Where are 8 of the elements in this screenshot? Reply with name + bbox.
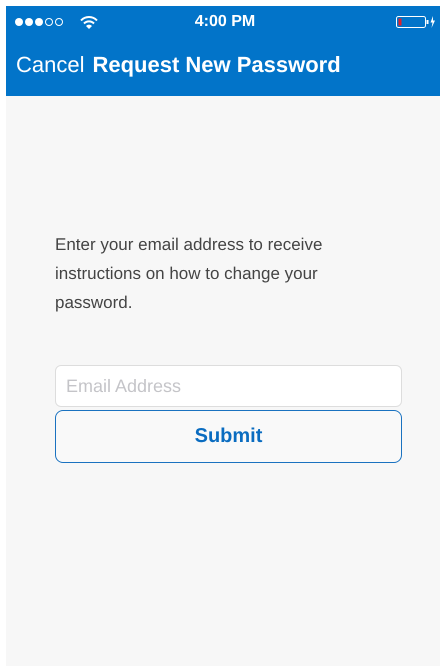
submit-button[interactable]: Submit <box>55 410 402 463</box>
screen-title: Request New Password <box>92 52 341 78</box>
cancel-button[interactable]: Cancel <box>16 52 84 78</box>
wifi-icon <box>80 16 98 28</box>
status-time: 4:00 PM <box>194 13 256 31</box>
instructions-text: Enter your email address to receive instructions on how to change your password. <box>55 234 324 314</box>
email-field[interactable]: Email Address <box>55 365 402 407</box>
battery-icon <box>396 15 436 29</box>
